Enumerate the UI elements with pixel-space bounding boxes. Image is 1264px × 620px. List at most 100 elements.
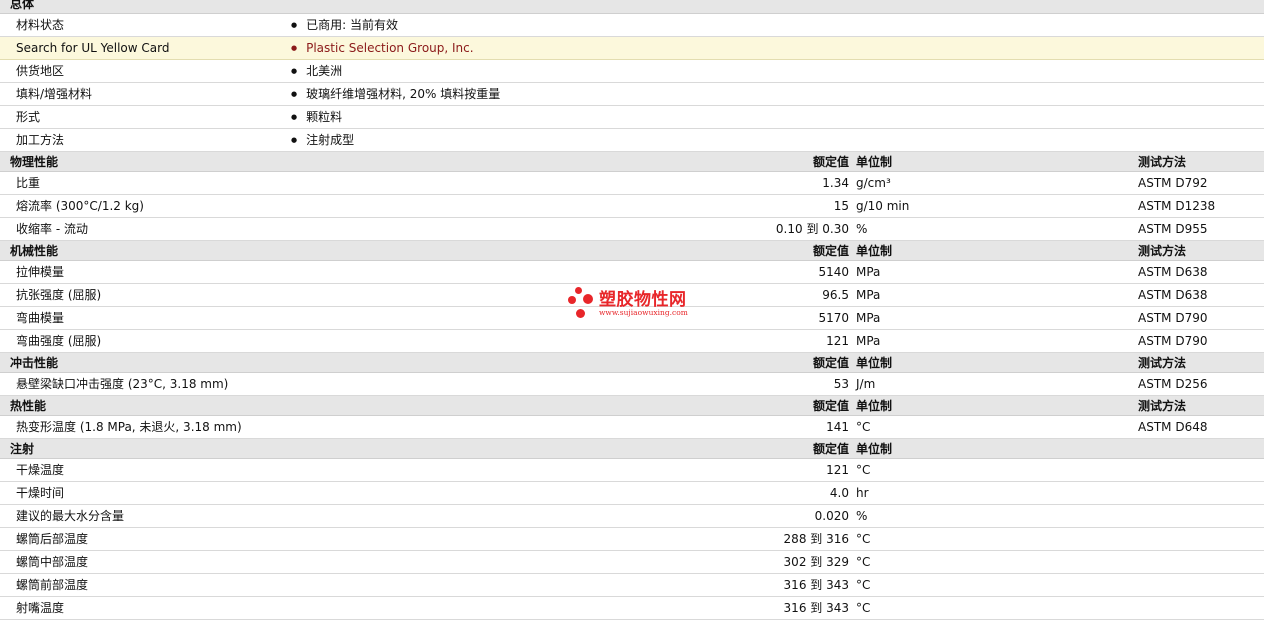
property-row: 收缩率 - 流动 0.10 到 0.30 % ASTM D955 [0, 218, 1264, 241]
property-value: 316 到 343 [783, 601, 849, 615]
section-header-physical: 物理性能 额定值 单位制 测试方法 [0, 152, 1264, 172]
ul-yellow-card-label: Search for UL Yellow Card [16, 41, 170, 55]
property-unit: °C [856, 601, 871, 615]
property-label: 干燥温度 [16, 463, 65, 477]
property-value: 53 [833, 377, 849, 391]
property-row: 熔流率 (300°C/1.2 kg) 15 g/10 min ASTM D123… [0, 195, 1264, 218]
section-header-thermal: 热性能 额定值 单位制 测试方法 [0, 396, 1264, 416]
property-row: 干燥温度 121 °C [0, 459, 1264, 482]
property-value: 已商用: 当前有效 [291, 14, 398, 39]
property-row: 形式 颗粒料 [0, 106, 1264, 129]
test-method-header: 测试方法 [1138, 399, 1187, 413]
property-row: 射嘴温度 316 到 343 °C [0, 597, 1264, 620]
property-unit: MPa [856, 334, 881, 348]
property-value: 0.10 到 0.30 [775, 222, 849, 236]
property-value: 5170 [818, 311, 849, 325]
ul-yellow-card-row: Search for UL Yellow Card Plastic Select… [0, 37, 1264, 60]
watermark-logo-icon [583, 294, 593, 304]
property-unit: MPa [856, 311, 881, 325]
property-unit: J/m [856, 377, 876, 391]
property-value: 1.34 [822, 176, 849, 190]
property-label: 比重 [16, 176, 41, 190]
property-label: 形式 [16, 110, 41, 124]
property-row: 螺筒中部温度 302 到 329 °C [0, 551, 1264, 574]
property-label: 填料/增强材料 [16, 87, 93, 101]
property-unit: °C [856, 420, 871, 434]
property-unit: °C [856, 532, 871, 546]
property-value: 316 到 343 [783, 578, 849, 592]
property-test-method: ASTM D638 [1138, 288, 1208, 302]
watermark-logo-icon [576, 309, 585, 318]
property-unit: g/cm³ [856, 176, 891, 190]
property-value: 玻璃纤维增强材料, 20% 填料按重量 [291, 83, 500, 108]
watermark-logo-icon [575, 287, 582, 294]
property-row: 加工方法 注射成型 [0, 129, 1264, 152]
supplier-link[interactable]: Plastic Selection Group, Inc. [291, 37, 473, 62]
property-unit: % [856, 509, 868, 523]
watermark-url: www.sujiaowuxing.com [599, 308, 688, 317]
property-row: 螺筒后部温度 288 到 316 °C [0, 528, 1264, 551]
property-unit: hr [856, 486, 869, 500]
section-title: 总体 [10, 0, 35, 11]
property-test-method: ASTM D792 [1138, 176, 1208, 190]
property-value: 5140 [818, 265, 849, 279]
property-unit: °C [856, 578, 871, 592]
property-value: 121 [826, 334, 849, 348]
nominal-header: 额定值 [812, 155, 849, 169]
nominal-header: 额定值 [812, 442, 849, 456]
property-label: 熔流率 (300°C/1.2 kg) [16, 199, 144, 213]
property-label: 材料状态 [16, 18, 65, 32]
property-unit: g/10 min [856, 199, 910, 213]
unit-header: 单位制 [856, 442, 893, 456]
property-row: 供货地区 北美洲 [0, 60, 1264, 83]
test-method-header: 测试方法 [1138, 244, 1187, 258]
property-label: 收缩率 - 流动 [16, 222, 88, 236]
property-unit: MPa [856, 265, 881, 279]
property-value: 4.0 [829, 486, 849, 500]
property-label: 干燥时间 [16, 486, 65, 500]
property-row: 建议的最大水分含量 0.020 % [0, 505, 1264, 528]
property-unit: MPa [856, 288, 881, 302]
property-label: 螺筒后部温度 [16, 532, 89, 546]
property-label: 射嘴温度 [16, 601, 65, 615]
property-value: 96.5 [822, 288, 849, 302]
property-row: 材料状态 已商用: 当前有效 [0, 14, 1264, 37]
property-label: 抗张强度 (屈服) [16, 288, 102, 302]
property-value: 0.020 [814, 509, 849, 523]
property-label: 弯曲模量 [16, 311, 65, 325]
property-label: 弯曲强度 (屈服) [16, 334, 102, 348]
section-title: 热性能 [10, 399, 47, 413]
section-header-mechanical: 机械性能 额定值 单位制 测试方法 [0, 241, 1264, 261]
property-test-method: ASTM D638 [1138, 265, 1208, 279]
nominal-header: 额定值 [812, 399, 849, 413]
property-value: 141 [826, 420, 849, 434]
test-method-header: 测试方法 [1138, 155, 1187, 169]
property-test-method: ASTM D1238 [1138, 199, 1216, 213]
property-label: 加工方法 [16, 133, 65, 147]
property-value: 注射成型 [291, 129, 354, 154]
property-label: 悬壁梁缺口冲击强度 (23°C, 3.18 mm) [16, 377, 229, 391]
unit-header: 单位制 [856, 399, 893, 413]
section-title: 冲击性能 [10, 356, 59, 370]
section-title: 注射 [10, 442, 35, 456]
property-test-method: ASTM D790 [1138, 334, 1208, 348]
property-label: 拉伸模量 [16, 265, 65, 279]
unit-header: 单位制 [856, 244, 893, 258]
property-label: 建议的最大水分含量 [16, 509, 125, 523]
property-value: 288 到 316 [783, 532, 849, 546]
property-row: 热变形温度 (1.8 MPa, 未退火, 3.18 mm) 141 °C AST… [0, 416, 1264, 439]
section-header-general: 总体 [0, 0, 1264, 14]
property-test-method: ASTM D790 [1138, 311, 1208, 325]
watermark-logo-icon [568, 296, 576, 304]
property-label: 螺筒中部温度 [16, 555, 89, 569]
property-label: 螺筒前部温度 [16, 578, 89, 592]
property-row: 弯曲强度 (屈服) 121 MPa ASTM D790 [0, 330, 1264, 353]
property-value: 121 [826, 463, 849, 477]
property-row: 比重 1.34 g/cm³ ASTM D792 [0, 172, 1264, 195]
section-header-injection: 注射 额定值 单位制 [0, 439, 1264, 459]
property-label: 供货地区 [16, 64, 65, 78]
property-row: 干燥时间 4.0 hr [0, 482, 1264, 505]
unit-header: 单位制 [856, 155, 893, 169]
property-value: 颗粒料 [291, 106, 342, 131]
section-title: 物理性能 [10, 155, 59, 169]
